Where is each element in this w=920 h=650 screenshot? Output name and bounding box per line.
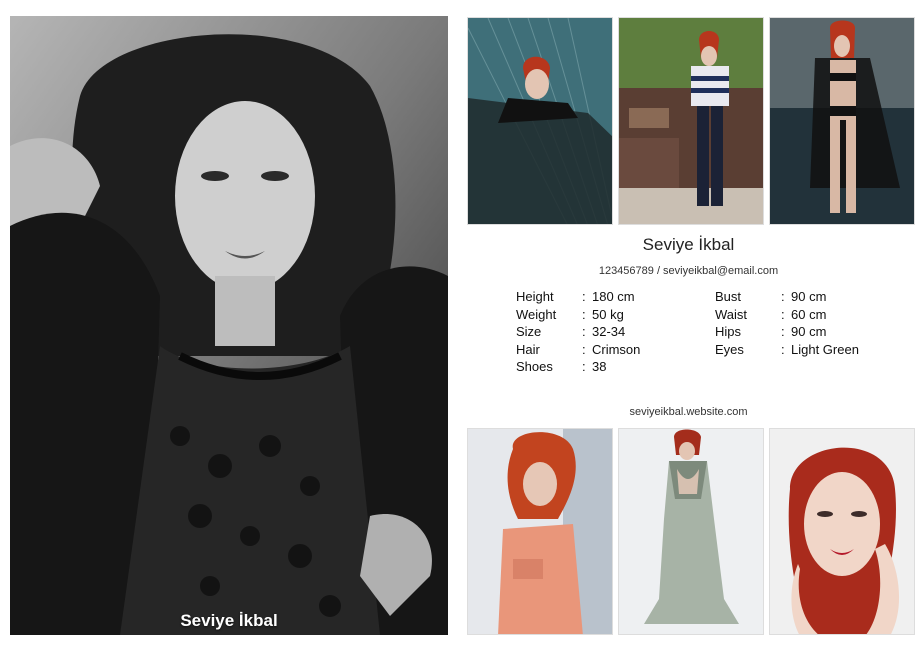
stat-separator: :: [582, 341, 586, 357]
portrait-caption: Seviye İkbal: [180, 611, 278, 630]
contact-info: 123456789 / seviyeikbal@email.com: [598, 265, 779, 277]
thumb-illustration: [468, 18, 612, 224]
main-portrait-photo: Seviye İkbal: [10, 16, 448, 635]
stat-row-eyes: Eyes: Light Green: [715, 341, 859, 359]
stat-row-hair: Hair: Crimson: [516, 341, 640, 359]
stat-value: 32-34: [592, 324, 626, 340]
stat-row-shoes: Shoes:38: [516, 358, 640, 376]
stat-separator: :: [781, 289, 785, 304]
thumb-photo-coral-jacket: [467, 428, 613, 635]
thumb-illustration: [619, 429, 763, 634]
website-link[interactable]: seviyeikbal.website.com: [467, 406, 910, 418]
stat-row-weight: Weight:50 kg: [516, 306, 640, 324]
stat-label: Hair: [516, 341, 540, 357]
thumb-photo-teal-fan: [467, 17, 613, 225]
stat-separator: :: [781, 324, 785, 340]
stat-value: 38: [592, 359, 607, 375]
stat-value: 60 cm: [791, 306, 827, 322]
stat-value: 90 cm: [791, 324, 827, 340]
stat-label: Eyes: [715, 341, 744, 357]
stat-label: Waist: [715, 306, 748, 322]
portrait-illustration: [10, 16, 448, 635]
stat-label: Shoes: [516, 359, 553, 375]
stat-separator: :: [781, 341, 785, 357]
stat-separator: :: [582, 306, 586, 322]
stats-right-column: Bust:90 cm Waist:60 cm Hips:90 cm Eyes: L…: [715, 288, 859, 358]
thumb-illustration: [770, 429, 914, 634]
stat-separator: :: [582, 324, 586, 340]
stats-left-column: Height:180 cm Weight:50 kg Size:32-34 Ha…: [516, 288, 640, 376]
stat-row-hips: Hips:90 cm: [715, 323, 859, 341]
model-name: Seviye İkbal: [642, 235, 735, 254]
stat-label: Hips: [715, 324, 742, 340]
stat-separator: :: [781, 306, 785, 322]
stat-label: Height: [516, 289, 554, 304]
stat-row-height: Height:180 cm: [516, 288, 640, 306]
thumb-illustration: [619, 18, 763, 224]
thumb-photo-red-hair-portrait: [769, 428, 915, 635]
stat-row-bust: Bust:90 cm: [715, 288, 859, 306]
stat-label: Size: [516, 324, 542, 340]
thumb-photo-seaside: [769, 17, 915, 225]
stat-row-waist: Waist:60 cm: [715, 306, 859, 324]
stat-label: Bust: [715, 289, 742, 304]
thumb-photo-sage-gown: [618, 428, 764, 635]
stat-label: Weight: [516, 306, 557, 322]
thumb-illustration: [770, 18, 914, 224]
thumb-photo-terrace: [618, 17, 764, 225]
stat-row-size: Size:32-34: [516, 323, 640, 341]
stat-value: Light Green: [791, 341, 859, 357]
thumb-illustration: [468, 429, 612, 634]
stat-separator: :: [582, 289, 586, 304]
stat-value: Crimson: [592, 341, 641, 357]
stat-value: 50 kg: [592, 306, 624, 322]
stat-value: 180 cm: [592, 289, 635, 304]
stat-value: 90 cm: [791, 289, 827, 304]
stat-separator: :: [582, 359, 586, 375]
